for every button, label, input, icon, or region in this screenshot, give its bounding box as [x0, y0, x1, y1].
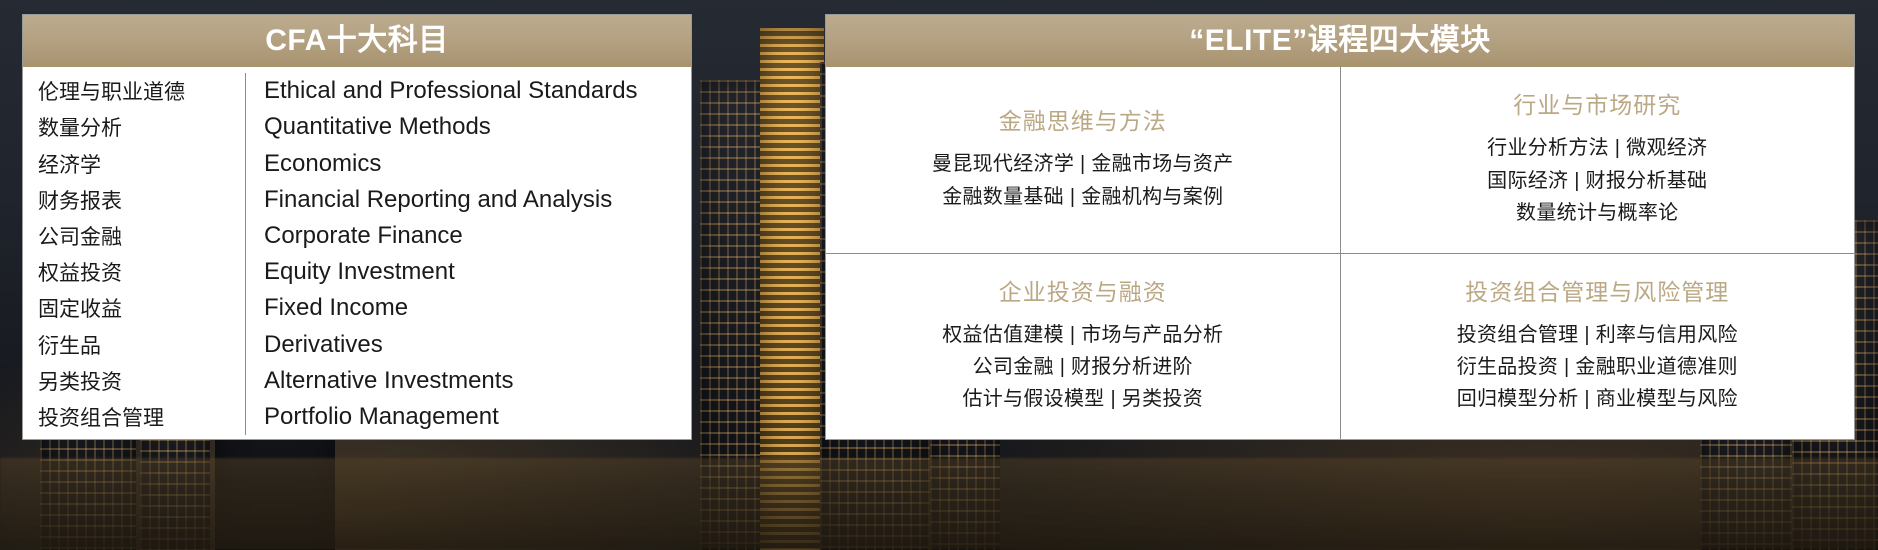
subject-name-en: Ethical and Professional Standards: [264, 77, 638, 105]
table-row: 另类投资 Alternative Investments: [23, 362, 691, 399]
subject-name-cn: 衍生品: [38, 334, 101, 358]
module-title: 行业与市场研究: [1513, 92, 1682, 119]
cfa-panel-header: CFA十大科目: [23, 15, 691, 67]
module-course-line: 公司金融 | 财报分析进阶: [972, 356, 1193, 379]
subject-name-cn: 经济学: [38, 153, 101, 177]
subject-name-en: Fixed Income: [264, 294, 409, 322]
module-card-portfolio-risk-management: 投资组合管理与风险管理 投资组合管理 | 利率与信用风险 衍生品投资 | 金融职…: [1341, 254, 1855, 440]
subject-name-cn: 权益投资: [38, 262, 122, 286]
table-row: 衍生品 Derivatives: [23, 326, 691, 363]
subject-name-en: Alternative Investments: [264, 366, 514, 394]
module-title: 企业投资与融资: [998, 278, 1167, 305]
cfa-panel-title: CFA十大科目: [265, 24, 449, 57]
table-row: 财务报表 Financial Reporting and Analysis: [23, 181, 691, 218]
module-course-line: 估计与假设模型 | 另类投资: [962, 388, 1203, 411]
module-course-line: 投资组合管理 | 利率与信用风险: [1456, 323, 1738, 346]
subject-name-cn: 公司金融: [38, 225, 122, 249]
module-title: 投资组合管理与风险管理: [1465, 278, 1730, 305]
elite-modules-panel: “ELITE”课程四大模块 金融思维与方法 曼昆现代经济学 | 金融市场与资产 …: [825, 14, 1855, 440]
module-card-industry-market-research: 行业与市场研究 行业分析方法 | 微观经济 国际经济 | 财报分析基础 数量统计…: [1341, 67, 1855, 253]
cfa-subjects-panel: CFA十大科目 伦理与职业道德 Ethical and Professional…: [22, 14, 692, 440]
table-row: 公司金融 Corporate Finance: [23, 217, 691, 255]
cfa-subjects-table: 伦理与职业道德 Ethical and Professional Standar…: [23, 67, 691, 439]
module-course-line: 金融数量基础 | 金融机构与案例: [942, 185, 1224, 208]
elite-panel-header: “ELITE”课程四大模块: [826, 15, 1854, 67]
subject-name-cn: 数量分析: [38, 117, 122, 141]
module-course-line: 衍生品投资 | 金融职业道德准则: [1456, 356, 1738, 379]
subject-name-en: Portfolio Management: [264, 402, 499, 430]
elite-panel-title: “ELITE”课程四大模块: [1189, 24, 1491, 57]
table-row: 固定收益 Fixed Income: [23, 290, 691, 327]
table-row: 权益投资 Equity Investment: [23, 254, 691, 291]
module-course-line: 回归模型分析 | 商业模型与风险: [1456, 388, 1738, 411]
module-course-line: 国际经济 | 财报分析基础: [1487, 169, 1708, 192]
module-card-financial-thinking: 金融思维与方法 曼昆现代经济学 | 金融市场与资产 金融数量基础 | 金融机构与…: [826, 67, 1340, 253]
table-row: 经济学 Economics: [23, 145, 691, 182]
elite-modules-grid: 金融思维与方法 曼昆现代经济学 | 金融市场与资产 金融数量基础 | 金融机构与…: [826, 67, 1854, 439]
subject-name-en: Economics: [264, 149, 382, 177]
subject-name-en: Quantitative Methods: [264, 113, 491, 141]
module-title: 金融思维与方法: [998, 108, 1167, 135]
subject-name-cn: 财务报表: [38, 189, 122, 213]
module-course-line: 数量统计与概率论: [1516, 201, 1679, 224]
subject-name-en: Derivatives: [264, 330, 383, 358]
subject-name-cn: 伦理与职业道德: [38, 81, 185, 105]
table-row: 伦理与职业道德 Ethical and Professional Standar…: [23, 73, 691, 110]
module-course-line: 权益估值建模 | 市场与产品分析: [942, 323, 1224, 346]
background-waterfront: [0, 458, 1878, 550]
slide-stage: CFA十大科目 伦理与职业道德 Ethical and Professional…: [0, 0, 1878, 550]
module-course-line: 行业分析方法 | 微观经济: [1487, 137, 1708, 160]
subject-name-en: Equity Investment: [264, 258, 455, 286]
subject-name-cn: 固定收益: [38, 298, 122, 322]
module-course-line: 曼昆现代经济学 | 金融市场与资产: [932, 153, 1234, 176]
subject-name-cn: 投资组合管理: [38, 406, 164, 430]
subject-name-en: Financial Reporting and Analysis: [264, 185, 613, 213]
subject-name-cn: 另类投资: [38, 370, 122, 394]
table-row: 数量分析 Quantitative Methods: [23, 109, 691, 146]
subject-name-en: Corporate Finance: [264, 221, 463, 249]
table-row: 投资组合管理 Portfolio Management: [23, 398, 691, 436]
module-card-corporate-investment-financing: 企业投资与融资 权益估值建模 | 市场与产品分析 公司金融 | 财报分析进阶 估…: [826, 254, 1340, 440]
